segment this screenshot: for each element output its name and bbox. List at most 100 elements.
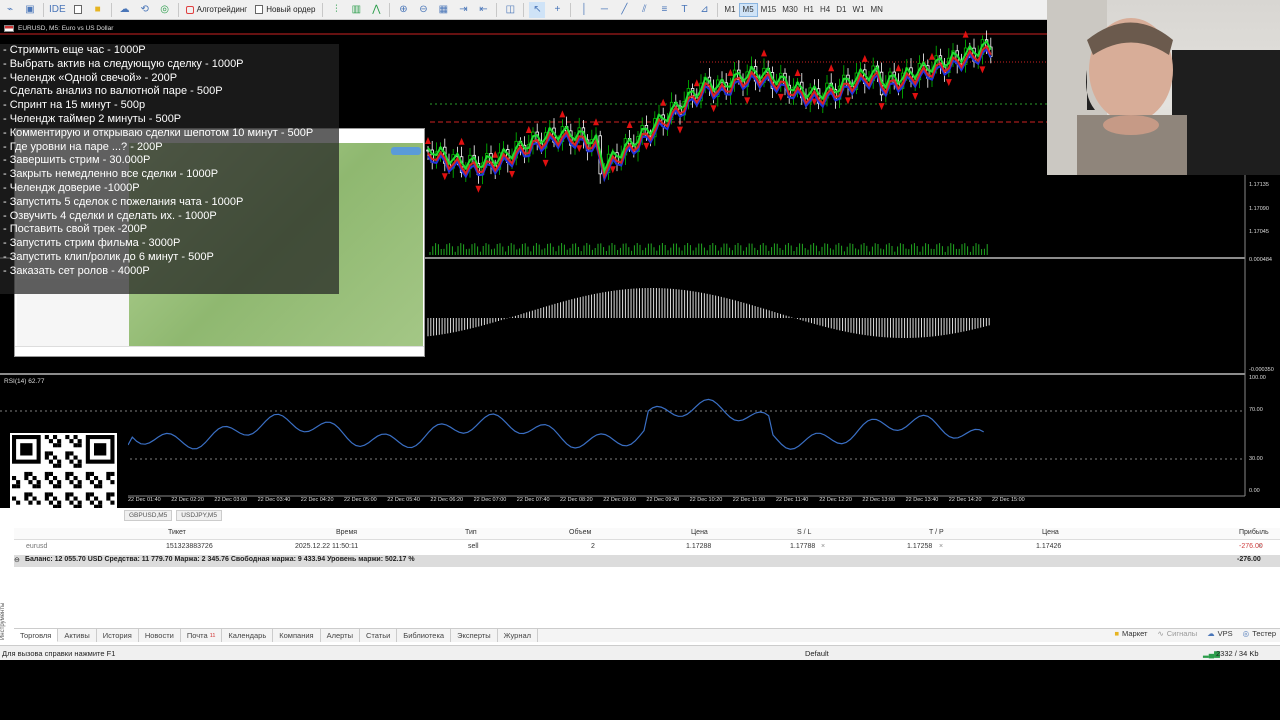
ide-button[interactable]: IDE	[49, 2, 66, 18]
line-chart-icon[interactable]: ⋀	[368, 2, 384, 18]
signal-arrow	[828, 64, 835, 72]
vps-tab[interactable]: ☁ VPS	[1207, 629, 1233, 638]
toolbox-tab[interactable]: Активы	[58, 629, 97, 642]
header-cur-price[interactable]: Цена	[1042, 529, 1059, 536]
remove-sl-icon[interactable]: ×	[821, 543, 825, 550]
signals-tab[interactable]: ∿ Сигналы	[1157, 629, 1197, 638]
rsi-level-label: 0.00	[1249, 488, 1260, 494]
trendline-icon[interactable]: ╱	[616, 2, 632, 18]
market-tab[interactable]: ■ Маркет	[1115, 629, 1148, 638]
header-time[interactable]: Время	[336, 529, 357, 536]
channel-icon[interactable]: ⫽	[636, 2, 652, 18]
qr-module	[44, 476, 49, 481]
toolbox-tab[interactable]: Календарь	[222, 629, 274, 642]
toolbox-tab[interactable]: Статьи	[360, 629, 398, 642]
cell-sl[interactable]: 1.17788	[790, 543, 815, 550]
chat-input-bar[interactable]	[15, 346, 424, 356]
toolbox-tab[interactable]: Библиотека	[397, 629, 452, 642]
qr-module	[69, 492, 74, 497]
toolbox-tab[interactable]: Компания	[273, 629, 321, 642]
toolbox-tab-label: Алерты	[326, 631, 353, 640]
algo-trading-button[interactable]: Алготрейдинг	[182, 2, 252, 18]
chart-tab[interactable]: USDJPY,M5	[176, 510, 222, 521]
timeframe-m1-button[interactable]: M1	[721, 3, 738, 17]
grid-icon[interactable]: ▦	[435, 2, 451, 18]
zoom-in-icon[interactable]: ⊕	[395, 2, 411, 18]
header-ticket[interactable]: Тикет	[168, 529, 186, 536]
toolbar-separator	[496, 2, 498, 17]
timeframe-h1-button[interactable]: H1	[801, 3, 817, 17]
history-icon[interactable]: ⟲	[137, 2, 153, 18]
timeframe-m30-button[interactable]: M30	[779, 3, 801, 17]
time-tick-label: 22 Dec 10:20	[689, 497, 723, 503]
chart-symbol-tabs: GBPUSD,M5 USDJPY,M5	[124, 510, 222, 521]
collapse-icon[interactable]: ⊖	[14, 556, 20, 564]
shapes-icon[interactable]: ⊿	[696, 2, 712, 18]
new-order-button[interactable]: Новый ордер	[251, 2, 319, 18]
screenshot-icon[interactable]: ◫	[502, 2, 518, 18]
folder-icon[interactable]: ■	[90, 2, 106, 18]
header-volume[interactable]: Объем	[569, 529, 591, 536]
timeframe-m15-button[interactable]: M15	[758, 3, 780, 17]
vertical-line-icon[interactable]: │	[576, 2, 592, 18]
toolbox-tab[interactable]: Торговля	[14, 629, 59, 642]
new-order-icon	[255, 5, 264, 14]
cloud-icon[interactable]: ☁	[117, 2, 133, 18]
cell-tp[interactable]: 1.17258	[907, 543, 932, 550]
qr-finder	[20, 443, 33, 456]
cursor-icon[interactable]: ↖	[529, 1, 546, 18]
donation-item: - Челендж доверие -1000Р	[3, 181, 140, 194]
vps-label: VPS	[1217, 629, 1233, 638]
zoom-out-icon[interactable]: ⊖	[415, 2, 431, 18]
time-tick-label: 22 Dec 11:00	[732, 497, 766, 503]
shift-icon[interactable]: ⇤	[475, 2, 491, 18]
page-icon[interactable]	[70, 2, 86, 18]
header-sl[interactable]: S / L	[797, 529, 811, 536]
toolbox-side-label[interactable]: Инструменты	[0, 590, 10, 640]
toolbox-tab[interactable]: История	[97, 629, 139, 642]
qr-module	[106, 496, 111, 501]
status-profile[interactable]: Default	[805, 649, 829, 658]
templates-icon[interactable]: ▣	[22, 2, 38, 18]
donation-item: - Челендж таймер 2 минуты - 500Р	[3, 112, 182, 125]
chat-action-button[interactable]	[391, 147, 421, 155]
signal-arrow	[761, 49, 767, 57]
tester-tab[interactable]: ◎ Тестер	[1243, 629, 1276, 638]
horizontal-line-icon[interactable]: ─	[596, 2, 612, 18]
toolbox-tab[interactable]: Эксперты	[451, 629, 498, 642]
toolbox-tab[interactable]: Новости	[139, 629, 181, 642]
timeframe-w1-button[interactable]: W1	[849, 3, 867, 17]
signal-arrow	[895, 64, 902, 72]
toolbox-tab-label: Библиотека	[403, 631, 445, 640]
scroll-icon[interactable]: ⇥	[455, 2, 471, 18]
globe-icon[interactable]: ◎	[157, 2, 173, 18]
time-axis: 22 Dec 01:40 22 Dec 02:20 22 Dec 03:00 22 D…	[0, 496, 1245, 508]
qr-module	[53, 476, 58, 481]
donation-item: - Выбрать актив на следующую сделку - 10…	[3, 57, 244, 70]
header-type[interactable]: Тип	[465, 529, 477, 536]
header-price[interactable]: Цена	[691, 529, 708, 536]
timeframe-m5-button[interactable]: M5	[738, 2, 758, 17]
qr-module	[53, 435, 58, 440]
qr-module	[36, 484, 41, 489]
chart-type-icon[interactable]: ⌁	[2, 2, 18, 18]
remove-tp-icon[interactable]: ×	[939, 543, 943, 550]
donation-item: - Запустить 5 сделок с пожелания чата - …	[3, 195, 244, 208]
timeframe-mn-button[interactable]: MN	[867, 3, 885, 17]
time-tick-label: 22 Dec 13:40	[905, 497, 939, 503]
timeframe-h4-button[interactable]: H4	[817, 3, 833, 17]
candles-icon[interactable]: ▥	[348, 2, 364, 18]
toolbox-tab[interactable]: Журнал	[498, 629, 539, 642]
chart-tab[interactable]: GBPUSD,M5	[124, 510, 173, 521]
timeframe-d1-button[interactable]: D1	[833, 3, 849, 17]
table-row[interactable]: eurusd 151323883726 2025.12.22 11:50:11 …	[14, 542, 1280, 554]
text-icon[interactable]: T	[676, 2, 692, 18]
toolbox-tab[interactable]: Почта 11	[181, 629, 223, 642]
crosshair-icon[interactable]: +	[549, 2, 565, 18]
toolbox-tab[interactable]: Алерты	[321, 629, 360, 642]
header-tp[interactable]: T / P	[929, 529, 944, 536]
header-profit[interactable]: Прибыль	[1239, 529, 1269, 536]
fibonacci-icon[interactable]: ≡	[656, 2, 672, 18]
depth-icon[interactable]: ⫶	[328, 2, 344, 18]
close-position-icon[interactable]: ×	[1258, 543, 1262, 550]
